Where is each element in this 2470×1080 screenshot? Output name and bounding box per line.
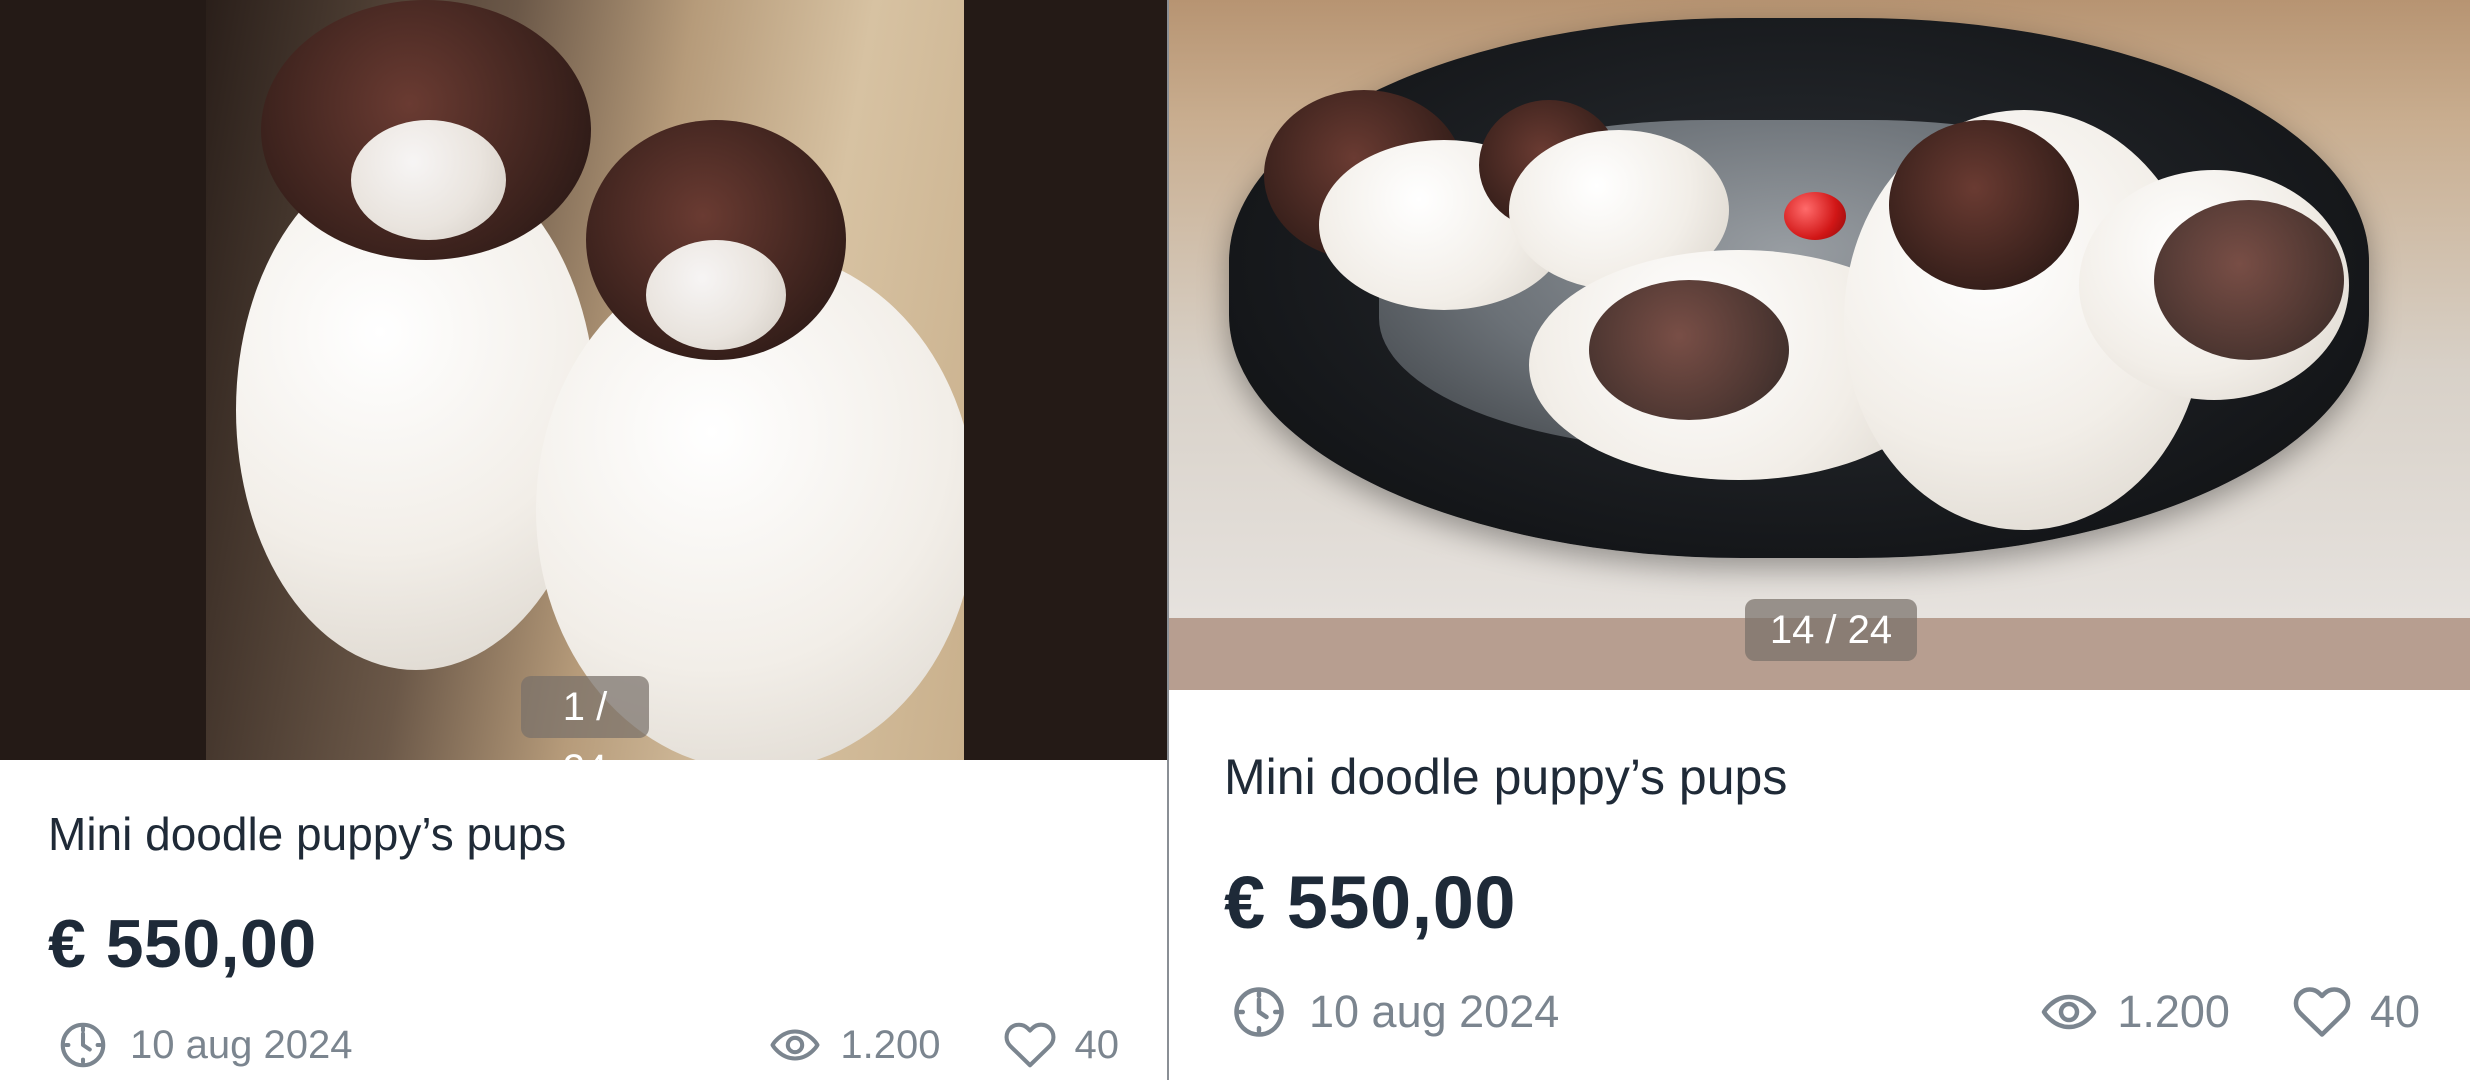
toy-ball [1784, 192, 1846, 240]
listing-card[interactable]: 14 / 24 Mini doodle puppy’s pups € 550,0… [1169, 0, 2470, 1080]
clock-icon [56, 1018, 110, 1072]
image-counter: 14 / 24 [1745, 599, 1917, 661]
image-counter: 1 / 24 [521, 676, 649, 760]
listing-image-carousel[interactable]: 14 / 24 [1169, 0, 2470, 690]
date-text: 10 aug 2024 [130, 1022, 353, 1067]
likes-count: 40 [2369, 986, 2420, 1037]
listing-price: € 550,00 [1224, 861, 1517, 944]
views-count: 1.200 [840, 1022, 941, 1067]
listing-date: 10 aug 2024 [1229, 982, 1559, 1042]
listing-photo[interactable] [1169, 0, 2470, 618]
puppy-5-spot [2154, 200, 2344, 360]
listing-details[interactable]: Mini doodle puppy’s pups € 550,00 10 aug… [0, 760, 1167, 1080]
listing-meta: 10 aug 2024 1.200 40 [56, 1015, 1119, 1075]
eye-icon [768, 1018, 822, 1072]
heart-icon[interactable] [1003, 1018, 1057, 1072]
listing-grid: 1 / 24 Mini doodle puppy’s pups € 550,00 [0, 0, 2470, 1080]
engagement-stats: 1.200 40 [768, 1018, 1119, 1072]
listing-title[interactable]: Mini doodle puppy’s pups [1224, 748, 1787, 806]
engagement-stats: 1.200 40 [2039, 982, 2420, 1042]
listing-price: € 550,00 [48, 906, 317, 982]
listing-photo[interactable] [206, 0, 964, 760]
puppy-muzzle-2 [646, 240, 786, 350]
likes-count: 40 [1074, 1022, 1120, 1067]
clock-icon [1229, 982, 1289, 1042]
heart-icon[interactable] [2292, 982, 2352, 1042]
eye-icon [2039, 982, 2099, 1042]
puppy-4-head [1889, 120, 2079, 290]
views-count: 1.200 [2117, 986, 2230, 1037]
listing-meta: 10 aug 2024 1.200 40 [1229, 982, 2420, 1042]
listing-title[interactable]: Mini doodle puppy’s pups [48, 807, 566, 861]
puppy-3-spots [1589, 280, 1789, 420]
listing-details[interactable]: Mini doodle puppy’s pups € 550,00 10 aug… [1169, 690, 2470, 1080]
listing-image-carousel[interactable]: 1 / 24 [0, 0, 1167, 760]
listing-card[interactable]: 1 / 24 Mini doodle puppy’s pups € 550,00 [0, 0, 1167, 1080]
listing-date: 10 aug 2024 [56, 1018, 352, 1072]
puppy-muzzle [351, 120, 506, 240]
date-text: 10 aug 2024 [1309, 986, 1560, 1037]
